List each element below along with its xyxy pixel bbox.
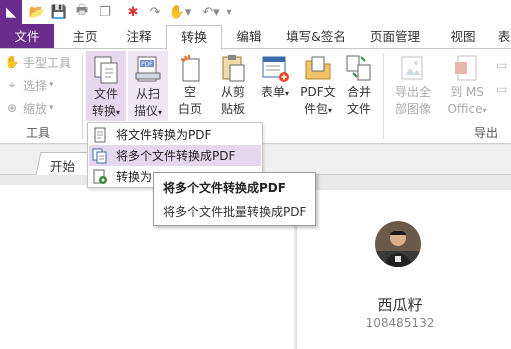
from-scanner-button[interactable]: PDF 从扫 描仪▾ — [128, 51, 168, 121]
tooltip-title: 将多个文件转换成PDF — [163, 181, 286, 195]
tab-fill-sign[interactable]: 填写&签名 — [278, 24, 354, 49]
menu-item-convert-file-to-pdf[interactable]: 将文件转换为PDF — [89, 124, 261, 145]
undo-icon[interactable]: ↶▾ — [200, 3, 222, 21]
new-icon[interactable]: ✱ — [124, 3, 142, 21]
clipboard-icon — [218, 53, 248, 83]
export-all-images-button[interactable]: 导出全 部图像 — [390, 53, 436, 117]
convert-file-button[interactable]: 文件 转换▾ — [86, 51, 126, 121]
convert-file-label-2-row: 转换▾ — [86, 104, 126, 120]
tab-convert[interactable]: 转换 — [166, 25, 222, 50]
tab-form-partial[interactable]: 表 — [492, 24, 511, 49]
chevron-down-icon: ▾ — [49, 80, 54, 90]
from-clipboard-label-2: 贴板 — [220, 102, 245, 116]
menu-item-label: 将文件转换为PDF — [116, 128, 212, 142]
zoom-icon: ⊕ — [6, 101, 18, 115]
zoom-tool-button[interactable]: ⊕ 缩放 ▾ — [4, 98, 54, 118]
blank-page-label-2: 白页 — [177, 102, 202, 116]
file-pdf-icon — [92, 127, 108, 143]
customize-chevron-icon[interactable]: ▾ — [224, 3, 234, 21]
hand-tool-label: 手型工具 — [23, 55, 72, 70]
blank-page-icon — [175, 53, 205, 83]
export-extra-icon[interactable]: ▭ — [496, 55, 507, 75]
group-separator — [383, 53, 384, 139]
ribbon-tab-bar: 文件 主页 注释 编辑 填写&签名 页面管理 视图 表 — [0, 24, 511, 49]
convert-file-label-2: 转换 — [91, 104, 116, 118]
tab-home[interactable]: 主页 — [60, 24, 110, 49]
tab-view[interactable]: 视图 — [440, 24, 486, 49]
select-tool-label: 选择 — [23, 78, 48, 93]
chevron-down-icon: ▾ — [158, 108, 163, 117]
select-tool-button[interactable]: ⌖ 选择 ▾ — [4, 75, 54, 95]
convert-file-icon — [91, 55, 121, 85]
merge-files-label-1: 合并 — [346, 85, 371, 99]
export-images-icon — [398, 53, 428, 83]
pdf-package-button[interactable]: PDF文 件包▾ — [298, 53, 338, 118]
svg-text:PDF: PDF — [141, 61, 153, 68]
from-scanner-label-1: 从扫 — [135, 87, 160, 101]
blank-page-button[interactable]: 空 白页 — [172, 53, 208, 117]
group-separator — [82, 53, 83, 139]
chevron-down-icon: ▾ — [328, 106, 333, 115]
copy-icon[interactable]: ❐ — [96, 3, 114, 21]
export-images-label-1: 导出全 — [394, 85, 431, 99]
merge-files-label-2: 文件 — [346, 102, 371, 116]
pdf-package-label-2: 件包 — [303, 102, 328, 116]
convert-file-label-1: 文件 — [93, 87, 118, 101]
hand-tool-button[interactable]: ✋ 手型工具 — [4, 52, 72, 72]
merge-files-button[interactable]: 合并 文件 — [340, 53, 378, 117]
tab-edit[interactable]: 编辑 — [226, 24, 272, 49]
to-ms-office-button[interactable]: 到 MS Office▾ — [442, 53, 492, 118]
blank-page-label-1: 空 — [183, 85, 196, 99]
chevron-down-icon: ▾ — [482, 106, 487, 115]
open-folder-icon[interactable]: 📂 — [28, 3, 46, 21]
menu-item-label: 将多个文件转换成PDF — [116, 149, 236, 163]
ms-office-label-2-row: Office▾ — [442, 102, 492, 118]
ms-office-label-1: 到 MS — [450, 85, 484, 99]
profile-id: 108485132 — [365, 316, 435, 330]
hand-icon: ✋ — [4, 55, 20, 69]
export-group-label: 导出 — [473, 126, 498, 140]
multiple-files-icon — [92, 148, 108, 164]
ms-office-label-2: Office — [447, 102, 483, 116]
tab-file[interactable]: 文件 — [0, 24, 54, 49]
zoom-tool-label: 缩放 — [23, 101, 48, 116]
tab-page-management[interactable]: 页面管理 — [360, 24, 430, 49]
menu-item-label: 转换为 — [116, 170, 153, 184]
cursor-icon: ⌖ — [8, 77, 16, 92]
tooltip-description: 将多个文件批量转换成PDF — [163, 205, 307, 219]
tooltip: 将多个文件转换成PDF 将多个文件批量转换成PDF — [153, 172, 316, 226]
avatar[interactable] — [375, 221, 421, 267]
tab-comment[interactable]: 注释 — [114, 24, 164, 49]
form-icon — [260, 53, 290, 83]
form-label: 表单 — [260, 85, 285, 99]
from-scanner-label-2-row: 描仪▾ — [128, 104, 168, 120]
form-button[interactable]: 表单▾ — [258, 53, 292, 101]
convert-settings-icon — [92, 169, 108, 185]
chevron-down-icon: ▾ — [49, 103, 54, 113]
from-scanner-label-2: 描仪 — [133, 104, 158, 118]
menu-item-convert-multiple-to-pdf[interactable]: 将多个文件转换成PDF — [89, 145, 261, 166]
quick-access-toolbar: ◣ 📂 💾 🖶 ❐ ✱ ↷ ✋▾ ↶▾ ▾ — [0, 0, 511, 24]
redo-icon[interactable]: ↷ — [146, 3, 164, 21]
merge-files-icon — [344, 53, 374, 83]
doc-tab-start-label[interactable]: 开始 — [50, 156, 75, 175]
form-label-row: 表单▾ — [258, 85, 292, 101]
scanner-pdf-icon: PDF — [133, 55, 163, 85]
save-icon[interactable]: 💾 — [50, 3, 68, 21]
profile-name: 西瓜籽 — [377, 296, 423, 314]
export-images-label-2: 部图像 — [394, 102, 431, 116]
chevron-down-icon: ▾ — [116, 108, 121, 117]
export-extra-icon-2[interactable]: ▭ — [496, 79, 507, 99]
from-clipboard-button[interactable]: 从剪 贴板 — [214, 53, 252, 117]
from-clipboard-label-1: 从剪 — [220, 85, 245, 99]
pdf-package-label-2-row: 件包▾ — [298, 102, 338, 118]
tools-group-label: 工具 — [25, 126, 50, 140]
ms-office-icon — [452, 53, 482, 83]
hand-tool-icon[interactable]: ✋▾ — [168, 3, 192, 21]
app-logo-icon: ◣ — [0, 0, 22, 24]
pdf-package-icon — [303, 53, 333, 83]
print-icon[interactable]: 🖶 — [73, 3, 91, 21]
pdf-package-label-1: PDF文 — [300, 85, 336, 99]
chevron-down-icon: ▾ — [285, 89, 290, 98]
